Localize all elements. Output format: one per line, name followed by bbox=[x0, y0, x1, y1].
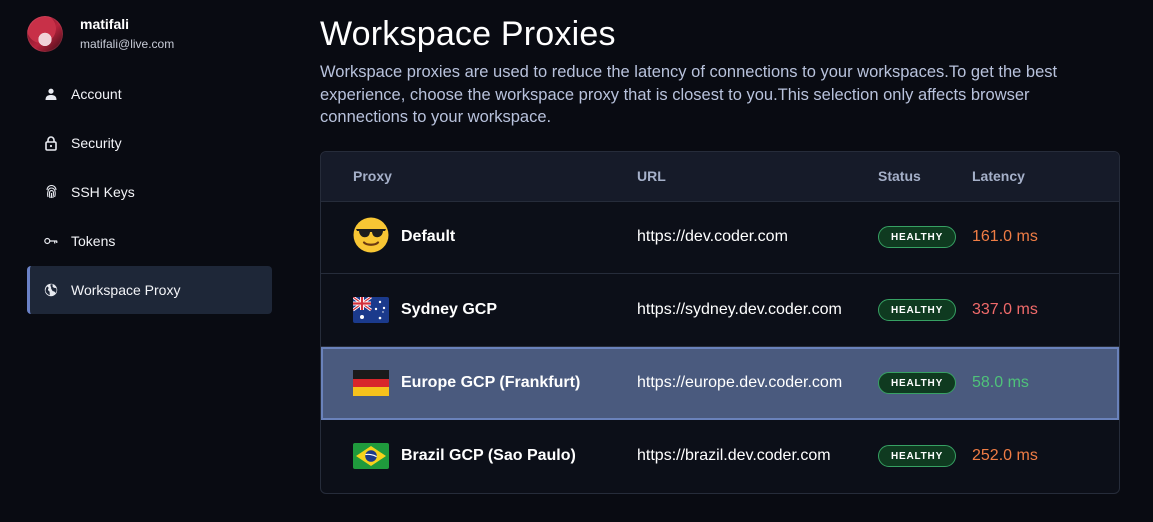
page-title: Workspace Proxies bbox=[320, 15, 616, 53]
latency-cell: 337.0 ms bbox=[972, 274, 1038, 346]
avatar bbox=[27, 16, 63, 52]
header-status: Status bbox=[878, 168, 921, 184]
status-cell: HEALTHY bbox=[878, 347, 956, 419]
latency-cell: 161.0 ms bbox=[972, 201, 1038, 273]
page-description: Workspace proxies are used to reduce the… bbox=[320, 63, 1058, 126]
proxy-cell: Brazil GCP (Sao Paulo) bbox=[353, 420, 576, 492]
proxy-name: Sydney GCP bbox=[401, 301, 498, 318]
proxy-cell: Default bbox=[353, 201, 455, 273]
key-icon bbox=[44, 233, 58, 249]
sunglasses-emoji-icon bbox=[353, 217, 389, 258]
proxy-url: https://dev.coder.com bbox=[637, 228, 788, 245]
header-proxy: Proxy bbox=[353, 168, 392, 184]
header-url: URL bbox=[637, 168, 666, 184]
status-cell: HEALTHY bbox=[878, 420, 956, 492]
nav-item-security[interactable]: Security bbox=[27, 119, 272, 167]
latency-value: 252.0 ms bbox=[972, 447, 1038, 464]
nav-item-tokens[interactable]: Tokens bbox=[27, 217, 272, 265]
proxy-name: Europe GCP (Frankfurt) bbox=[401, 374, 581, 391]
proxy-name: Brazil GCP (Sao Paulo) bbox=[401, 447, 576, 464]
latency-value: 337.0 ms bbox=[972, 301, 1038, 318]
lock-icon bbox=[44, 135, 58, 151]
proxy-cell: Sydney GCP bbox=[353, 274, 497, 346]
url-cell: https://europe.dev.coder.com bbox=[637, 347, 842, 419]
nav-item-label: SSH Keys bbox=[71, 184, 135, 200]
brazil-flag-icon bbox=[353, 443, 389, 469]
globe-icon bbox=[44, 282, 58, 298]
url-cell: https://brazil.dev.coder.com bbox=[637, 420, 831, 492]
proxy-table: Proxy URL Status Latency Default https:/… bbox=[320, 151, 1120, 494]
australia-flag-icon bbox=[353, 297, 389, 323]
proxy-url: https://brazil.dev.coder.com bbox=[637, 447, 831, 464]
proxy-cell: Europe GCP (Frankfurt) bbox=[353, 347, 580, 419]
person-icon bbox=[44, 86, 58, 102]
nav-item-workspace-proxy[interactable]: Workspace Proxy bbox=[27, 266, 272, 314]
proxy-url: https://europe.dev.coder.com bbox=[637, 374, 843, 391]
latency-value: 58.0 ms bbox=[972, 374, 1029, 391]
nav-item-label: Security bbox=[71, 135, 122, 151]
status-badge: HEALTHY bbox=[878, 299, 956, 321]
fingerprint-icon bbox=[44, 184, 58, 200]
proxy-url: https://sydney.dev.coder.com bbox=[637, 301, 842, 318]
user-name: matifali bbox=[80, 16, 130, 32]
sidebar: matifali matifali@live.com Account Secur… bbox=[0, 0, 290, 522]
user-profile: matifali matifali@live.com bbox=[27, 16, 174, 52]
table-row[interactable]: Default https://dev.coder.com HEALTHY 16… bbox=[321, 201, 1119, 274]
user-email: matifali@live.com bbox=[80, 37, 175, 51]
table-row[interactable]: Sydney GCP https://sydney.dev.coder.com … bbox=[321, 274, 1119, 347]
settings-nav: Account Security SSH Keys Tokens Workspa… bbox=[27, 70, 272, 315]
header-latency: Latency bbox=[972, 168, 1025, 184]
nav-item-account[interactable]: Account bbox=[27, 70, 272, 118]
status-badge: HEALTHY bbox=[878, 372, 956, 394]
nav-item-label: Account bbox=[71, 86, 122, 102]
status-badge: HEALTHY bbox=[878, 445, 956, 467]
table-row[interactable]: Brazil GCP (Sao Paulo) https://brazil.de… bbox=[321, 420, 1119, 492]
germany-flag-icon bbox=[353, 370, 389, 396]
status-cell: HEALTHY bbox=[878, 274, 956, 346]
table-header: Proxy URL Status Latency bbox=[321, 152, 1119, 202]
proxy-name: Default bbox=[401, 228, 456, 245]
table-row-selected[interactable]: Europe GCP (Frankfurt) https://europe.de… bbox=[321, 347, 1119, 420]
nav-item-label: Tokens bbox=[71, 233, 116, 249]
latency-value: 161.0 ms bbox=[972, 228, 1038, 245]
status-badge: HEALTHY bbox=[878, 226, 956, 248]
latency-cell: 58.0 ms bbox=[972, 347, 1029, 419]
url-cell: https://dev.coder.com bbox=[637, 201, 788, 273]
status-cell: HEALTHY bbox=[878, 201, 956, 273]
nav-item-label: Workspace Proxy bbox=[71, 282, 181, 298]
url-cell: https://sydney.dev.coder.com bbox=[637, 274, 842, 346]
latency-cell: 252.0 ms bbox=[972, 420, 1038, 492]
nav-item-ssh-keys[interactable]: SSH Keys bbox=[27, 168, 272, 216]
